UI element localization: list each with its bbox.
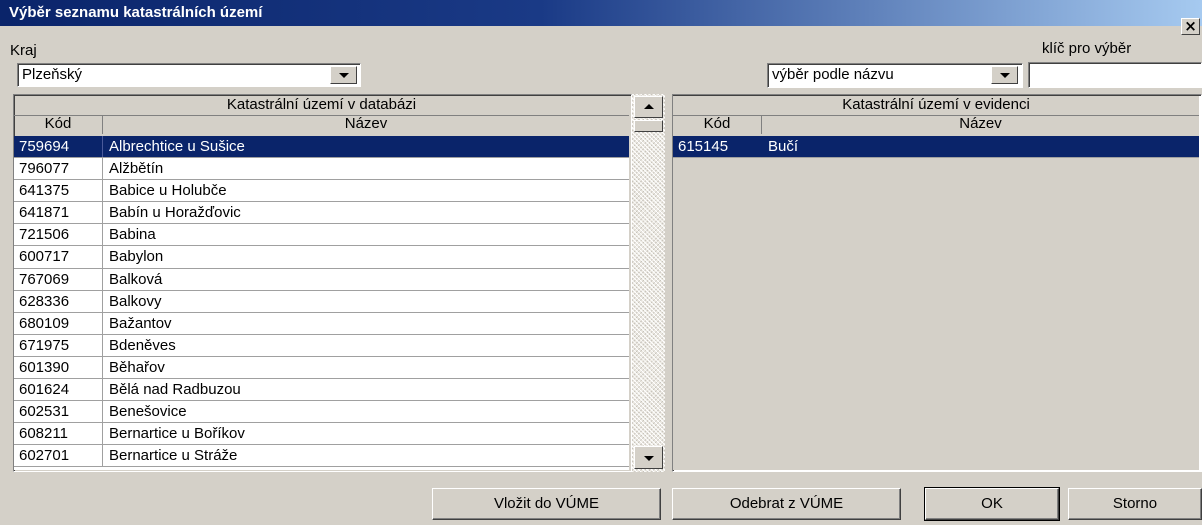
database-list-row-name: Babina xyxy=(109,226,156,244)
registry-list-row-code: 615145 xyxy=(678,138,729,155)
registry-list-name-header[interactable]: Název xyxy=(762,115,1199,135)
database-list-row-name: Albrechtice u Sušice xyxy=(109,138,245,155)
database-list-row-name: Bernartice u Boříkov xyxy=(109,425,245,443)
database-list-row-code: 641375 xyxy=(19,182,70,200)
close-icon: × xyxy=(1184,17,1197,35)
cell-divider xyxy=(102,268,103,290)
database-list-row-name: Benešovice xyxy=(109,403,187,421)
cell-divider xyxy=(102,246,103,268)
database-list-rows: 759694 Albrechtice u Sušice 796077 Alžbětín… xyxy=(14,136,629,470)
key-label: klíč pro výběr xyxy=(1042,40,1132,57)
database-list-row-name: Babice u Holubče xyxy=(109,182,227,200)
database-list-row[interactable]: 767069 Balková xyxy=(14,268,629,291)
database-list-row-name: Běhařov xyxy=(109,358,165,376)
database-list-row-code: 796077 xyxy=(19,160,70,178)
database-list-row-code: 602531 xyxy=(19,403,70,421)
scroll-up-button[interactable] xyxy=(634,96,663,118)
database-list-row-name: Bernartice u Stráže xyxy=(109,447,238,465)
database-list-row[interactable]: 671975 Bdeněves xyxy=(14,334,629,357)
cancel-button[interactable]: Storno xyxy=(1068,488,1202,520)
database-list-row-name: Babylon xyxy=(109,248,164,266)
database-list-row-name: Babín u Horažďovic xyxy=(109,204,241,222)
database-list-row-code: 680109 xyxy=(19,314,70,332)
cell-divider xyxy=(102,180,103,202)
cell-divider xyxy=(102,401,103,423)
database-list-group-header: Katastrální území v databázi xyxy=(14,96,629,116)
cell-divider xyxy=(102,158,103,180)
database-list-row[interactable]: 680109 Bažantov xyxy=(14,312,629,335)
cell-divider xyxy=(102,379,103,401)
close-button[interactable]: × xyxy=(1181,18,1200,35)
database-list-row[interactable]: 601390 Běhařov xyxy=(14,356,629,380)
database-list-row-code: 641871 xyxy=(19,204,70,222)
kraj-dropdown-button[interactable] xyxy=(330,66,357,84)
database-list-row[interactable]: 602531 Benešovice xyxy=(14,401,629,424)
chevron-down-icon xyxy=(643,455,654,461)
cell-divider xyxy=(102,423,103,445)
database-list-row[interactable]: 759694 Albrechtice u Sušice xyxy=(14,136,629,159)
database-list: Katastrální území v databázi Kód Název 7… xyxy=(13,94,632,472)
database-list-row[interactable]: 628336 Balkovy xyxy=(14,290,629,313)
key-input[interactable] xyxy=(1028,62,1202,88)
database-list-row-code: 721506 xyxy=(19,226,70,244)
cell-divider xyxy=(102,136,103,158)
database-list-row[interactable]: 602701 Bernartice u Stráže xyxy=(14,445,629,468)
cell-divider xyxy=(102,334,103,356)
search-mode-dropdown-button[interactable] xyxy=(991,66,1018,84)
chevron-up-icon xyxy=(643,104,654,109)
scroll-down-button[interactable] xyxy=(634,446,663,469)
database-list-row[interactable]: 796077 Alžbětín xyxy=(14,158,629,181)
database-list-row[interactable]: 721506 Babina xyxy=(14,224,629,247)
kraj-combobox[interactable]: Plzeňský xyxy=(17,63,361,87)
cell-divider xyxy=(102,312,103,334)
cell-divider xyxy=(102,290,103,312)
database-list-scrollbar[interactable] xyxy=(632,94,665,472)
database-list-row-name: Alžbětín xyxy=(109,160,164,178)
kraj-combobox-value: Plzeňský xyxy=(22,66,83,83)
scroll-thumb[interactable] xyxy=(634,120,663,132)
cell-divider xyxy=(102,356,103,379)
database-list-name-header[interactable]: Název xyxy=(103,115,629,135)
database-list-row[interactable]: 600717 Babylon xyxy=(14,246,629,269)
database-list-row-code: 601624 xyxy=(19,381,70,399)
database-list-row[interactable]: 608211 Bernartice u Boříkov xyxy=(14,423,629,446)
registry-list-row[interactable]: 615145 Bučí xyxy=(673,136,1199,159)
search-mode-value: výběr podle názvu xyxy=(772,66,894,83)
registry-list: Katastrální území v evidenci Kód Název 6… xyxy=(672,94,1202,472)
cell-divider xyxy=(102,445,103,467)
title-bar: Výběr seznamu katastrálních území xyxy=(0,0,1202,26)
cell-divider xyxy=(102,202,103,224)
insert-button[interactable]: Vložit do VÚME xyxy=(432,488,661,520)
window-title: Výběr seznamu katastrálních území xyxy=(9,4,263,21)
chevron-down-icon xyxy=(999,73,1010,78)
cell-divider xyxy=(761,136,762,157)
database-list-row[interactable]: 601624 Bělá nad Radbuzou xyxy=(14,379,629,402)
registry-list-rows: 615145 Bučí xyxy=(673,136,1199,470)
database-list-row-code: 759694 xyxy=(19,138,70,155)
registry-list-row-name: Bučí xyxy=(768,138,799,155)
database-list-row-name: Bdeněves xyxy=(109,336,176,354)
database-list-row[interactable]: 641375 Babice u Holubče xyxy=(14,180,629,203)
database-list-row-code: 767069 xyxy=(19,270,70,288)
database-list-row[interactable]: 641871 Babín u Horažďovic xyxy=(14,202,629,225)
cell-divider xyxy=(102,224,103,246)
chevron-down-icon xyxy=(338,73,349,78)
database-list-row-code: 671975 xyxy=(19,336,70,354)
database-list-row-name: Bělá nad Radbuzou xyxy=(109,381,241,399)
remove-button[interactable]: Odebrat z VÚME xyxy=(672,488,901,520)
database-list-row-name: Balkovy xyxy=(109,292,162,310)
database-list-row-name: Bažantov xyxy=(109,314,172,332)
database-list-row-code: 602701 xyxy=(19,447,70,465)
database-list-row-code: 628336 xyxy=(19,292,70,310)
database-list-row-name: Balková xyxy=(109,270,163,288)
database-list-row-code: 601390 xyxy=(19,358,70,376)
ok-button[interactable]: OK xyxy=(924,487,1060,521)
registry-list-group-header: Katastrální území v evidenci xyxy=(673,96,1199,116)
search-mode-combobox[interactable]: výběr podle názvu xyxy=(767,63,1023,88)
database-list-row-code: 608211 xyxy=(19,425,68,443)
registry-list-code-header[interactable]: Kód xyxy=(673,115,761,135)
database-list-code-header[interactable]: Kód xyxy=(14,115,102,135)
kraj-label: Kraj xyxy=(10,42,37,59)
database-list-row-code: 600717 xyxy=(19,248,70,266)
